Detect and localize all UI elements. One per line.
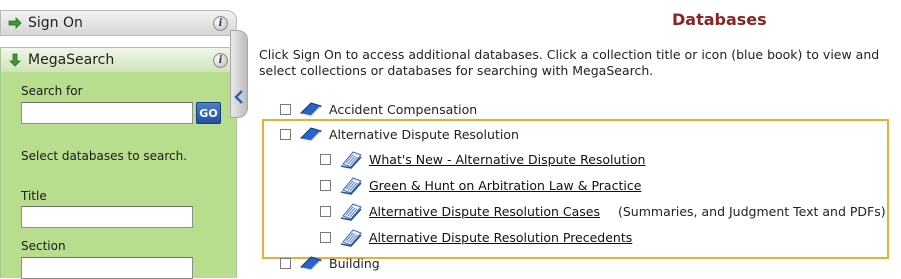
- go-button[interactable]: GO: [196, 102, 221, 124]
- section-input[interactable]: [21, 257, 193, 279]
- sign-on-header[interactable]: Sign On i: [0, 10, 237, 36]
- megasearch-label: MegaSearch: [28, 52, 115, 68]
- database-note: (Summaries, and Judgment Text and PDFs): [618, 204, 886, 219]
- collection-checkbox[interactable]: [280, 104, 291, 115]
- intro-text: Click Sign On to access additional datab…: [259, 47, 880, 78]
- collection-checkbox[interactable]: [280, 258, 291, 269]
- blue-book-icon[interactable]: [300, 101, 322, 121]
- arrow-down-icon: [7, 52, 23, 68]
- collection-checkbox[interactable]: [280, 129, 291, 140]
- document-page-icon[interactable]: [340, 149, 364, 173]
- database-checkbox[interactable]: [320, 180, 331, 191]
- document-page-icon[interactable]: [340, 227, 364, 251]
- database-checkbox[interactable]: [320, 154, 331, 165]
- collapse-sidebar-tab[interactable]: [230, 30, 248, 118]
- info-icon[interactable]: i: [213, 15, 228, 31]
- select-databases-text: Select databases to search.: [21, 149, 188, 163]
- database-link[interactable]: What's New - Alternative Dispute Resolut…: [369, 152, 645, 167]
- section-label: Section: [21, 239, 66, 253]
- document-page-icon[interactable]: [340, 201, 364, 225]
- collection-title[interactable]: Accident Compensation: [329, 102, 477, 117]
- database-link[interactable]: Green & Hunt on Arbitration Law & Practi…: [369, 178, 641, 193]
- megasearch-header[interactable]: MegaSearch i: [0, 47, 237, 73]
- title-input[interactable]: [21, 206, 193, 228]
- collection-title[interactable]: Building: [329, 256, 380, 271]
- search-for-label: Search for: [21, 84, 83, 98]
- blue-book-icon[interactable]: [300, 126, 322, 146]
- chevron-left-icon: [233, 89, 245, 108]
- sign-on-label: Sign On: [28, 15, 83, 31]
- blue-book-icon[interactable]: [300, 255, 322, 275]
- arrow-right-icon: [7, 15, 23, 31]
- title-label: Title: [21, 189, 47, 203]
- sidebar: Sign On i MegaSearch i Search for GO Sel…: [0, 0, 248, 279]
- document-page-icon[interactable]: [340, 175, 364, 199]
- search-input[interactable]: [21, 102, 193, 124]
- megasearch-panel: Search for GO Select databases to search…: [0, 72, 237, 279]
- info-icon[interactable]: i: [213, 52, 228, 68]
- page-title: Databases: [672, 10, 767, 29]
- database-checkbox[interactable]: [320, 232, 331, 243]
- database-checkbox[interactable]: [320, 206, 331, 217]
- collection-title[interactable]: Alternative Dispute Resolution: [329, 127, 519, 142]
- database-link[interactable]: Alternative Dispute Resolution Cases: [369, 204, 600, 219]
- database-link[interactable]: Alternative Dispute Resolution Precedent…: [369, 230, 632, 245]
